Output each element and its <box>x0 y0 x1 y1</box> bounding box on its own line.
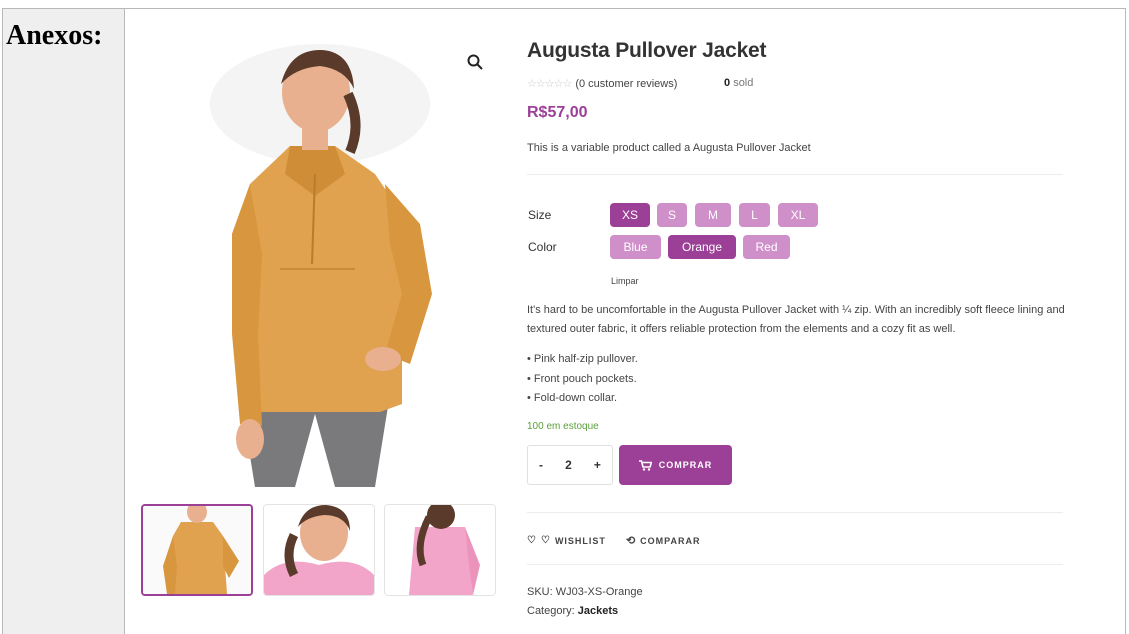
clear-selection-link[interactable]: Limpar <box>611 276 639 286</box>
quantity-value[interactable]: 2 <box>565 458 572 472</box>
feature-list: • Pink half-zip pullover. • Front pouch … <box>527 350 638 409</box>
cart-icon <box>638 459 652 471</box>
heart-icon: ♡ <box>540 535 551 546</box>
buy-label: COMPRAR <box>658 460 713 470</box>
heart-icon: ♡ <box>527 535 537 546</box>
list-item: • Pink half-zip pullover. <box>527 353 638 365</box>
compare-label: COMPARAR <box>640 535 701 546</box>
buy-button[interactable]: COMPRAR <box>619 445 732 485</box>
long-description: It's hard to be uncomfortable in the Aug… <box>527 304 1065 335</box>
thumbnail-image <box>385 505 495 595</box>
compare-icon: ⟲ <box>625 535 637 547</box>
thumbnail-orange-jacket[interactable] <box>141 504 253 596</box>
rating-row: ☆☆☆☆☆ (0 customer reviews) <box>527 77 677 91</box>
divider <box>527 512 1063 513</box>
product-title: Augusta Pullover Jacket <box>527 39 767 62</box>
anexos-label: Anexos: <box>6 20 103 51</box>
size-option-m[interactable]: M <box>695 203 731 227</box>
size-label: Size <box>528 208 552 222</box>
category-line: Category: Jackets <box>527 605 619 617</box>
list-item: • Front pouch pockets. <box>527 372 637 385</box>
wishlist-button[interactable]: ♡ ♡ WISHLIST <box>527 534 606 547</box>
product-price: R$57,00 <box>527 104 588 121</box>
thumbnail-pink-back[interactable] <box>384 504 496 596</box>
increase-button[interactable]: + <box>594 458 601 472</box>
model-orange-jacket-image <box>210 44 432 487</box>
star-icon: ☆☆☆☆☆ <box>527 78 572 90</box>
divider <box>527 564 1063 565</box>
size-option-s[interactable]: S <box>657 203 687 227</box>
list-item: • Fold-down collar. <box>527 392 618 404</box>
decrease-button[interactable]: - <box>539 458 543 472</box>
size-option-xl[interactable]: XL <box>778 203 818 227</box>
size-option-xs[interactable]: XS <box>610 203 650 227</box>
compare-button[interactable]: ⟲ COMPARAR <box>626 534 701 547</box>
divider <box>527 174 1063 175</box>
color-option-orange[interactable]: Orange <box>668 235 736 259</box>
wishlist-label: WISHLIST <box>554 535 606 546</box>
category-link[interactable]: Jackets <box>578 605 618 617</box>
search-icon[interactable] <box>466 53 484 71</box>
label-column <box>3 9 125 634</box>
color-label: Color <box>528 240 557 254</box>
color-option-red[interactable]: Red <box>743 235 790 259</box>
color-option-blue[interactable]: Blue <box>610 235 661 259</box>
thumbnail-image <box>143 506 251 594</box>
short-description: This is a variable product called a Augu… <box>527 142 811 154</box>
reviews-link[interactable]: (0 customer reviews) <box>575 78 677 90</box>
stock-status: 100 em estoque <box>527 421 599 432</box>
thumbnail-pink-closeup[interactable] <box>263 504 375 596</box>
sku-line: SKU: WJ03-XS-Orange <box>527 586 643 598</box>
product-actions: ♡ ♡ WISHLIST ⟲ COMPARAR <box>527 534 701 547</box>
size-option-l[interactable]: L <box>739 203 770 227</box>
quantity-stepper[interactable]: - 2 + <box>527 445 613 485</box>
product-main-image[interactable] <box>140 34 498 487</box>
sku-value: WJ03-XS-Orange <box>555 586 643 598</box>
sold-count: 0 sold <box>724 77 754 89</box>
thumbnail-image <box>264 505 374 595</box>
